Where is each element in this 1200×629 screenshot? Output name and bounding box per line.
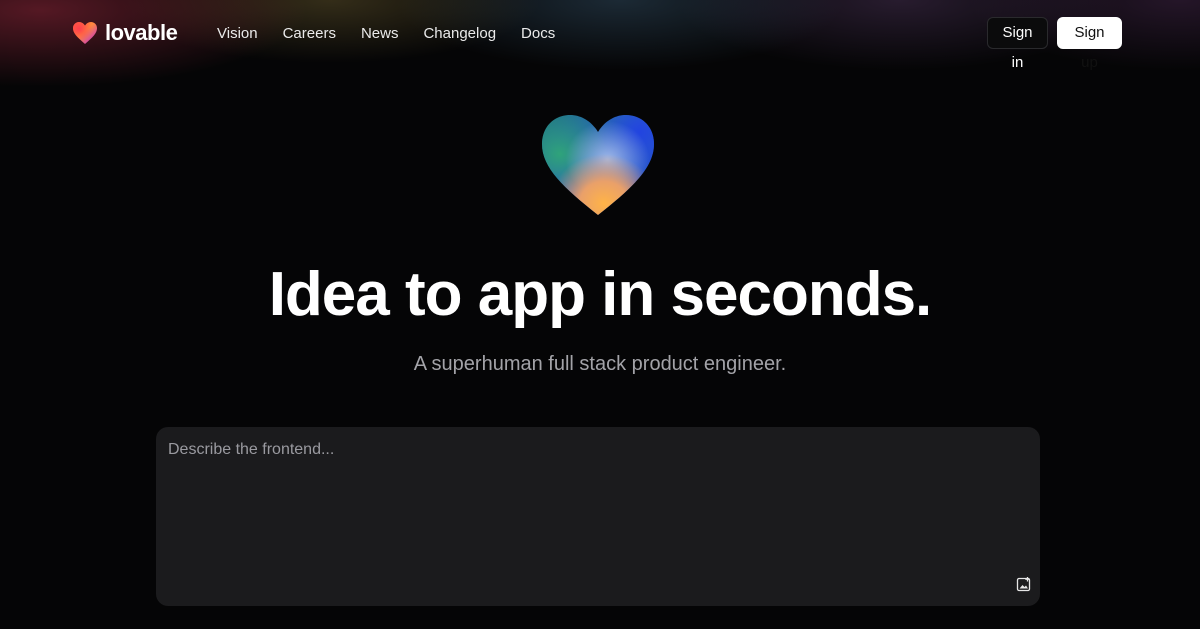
main-nav: Vision Careers News Changelog Docs bbox=[217, 24, 555, 44]
nav-item-careers[interactable]: Careers bbox=[283, 24, 336, 44]
auth-buttons: Sign in Sign up bbox=[987, 17, 1122, 71]
brand-name: lovable bbox=[105, 20, 178, 45]
prompt-box bbox=[156, 427, 1040, 606]
nav-item-docs[interactable]: Docs bbox=[521, 24, 555, 44]
gradient-heart-icon bbox=[542, 115, 654, 215]
image-upload-icon[interactable] bbox=[1016, 576, 1032, 592]
nav-item-news[interactable]: News bbox=[361, 24, 399, 44]
nav-item-vision[interactable]: Vision bbox=[217, 24, 258, 44]
nav-item-changelog[interactable]: Changelog bbox=[423, 24, 496, 44]
hero-subtitle: A superhuman full stack product engineer… bbox=[413, 353, 787, 375]
brand-logo-link[interactable]: lovable bbox=[72, 20, 178, 45]
sign-in-button[interactable]: Sign in bbox=[987, 17, 1048, 71]
lovable-heart-logo-icon bbox=[73, 22, 97, 44]
sign-up-button[interactable]: Sign up bbox=[1057, 17, 1122, 71]
prompt-input[interactable] bbox=[156, 427, 1040, 567]
site-header: lovable Vision Careers News Changelog Do… bbox=[0, 0, 1200, 71]
hero-title: Idea to app in seconds. bbox=[268, 260, 933, 329]
